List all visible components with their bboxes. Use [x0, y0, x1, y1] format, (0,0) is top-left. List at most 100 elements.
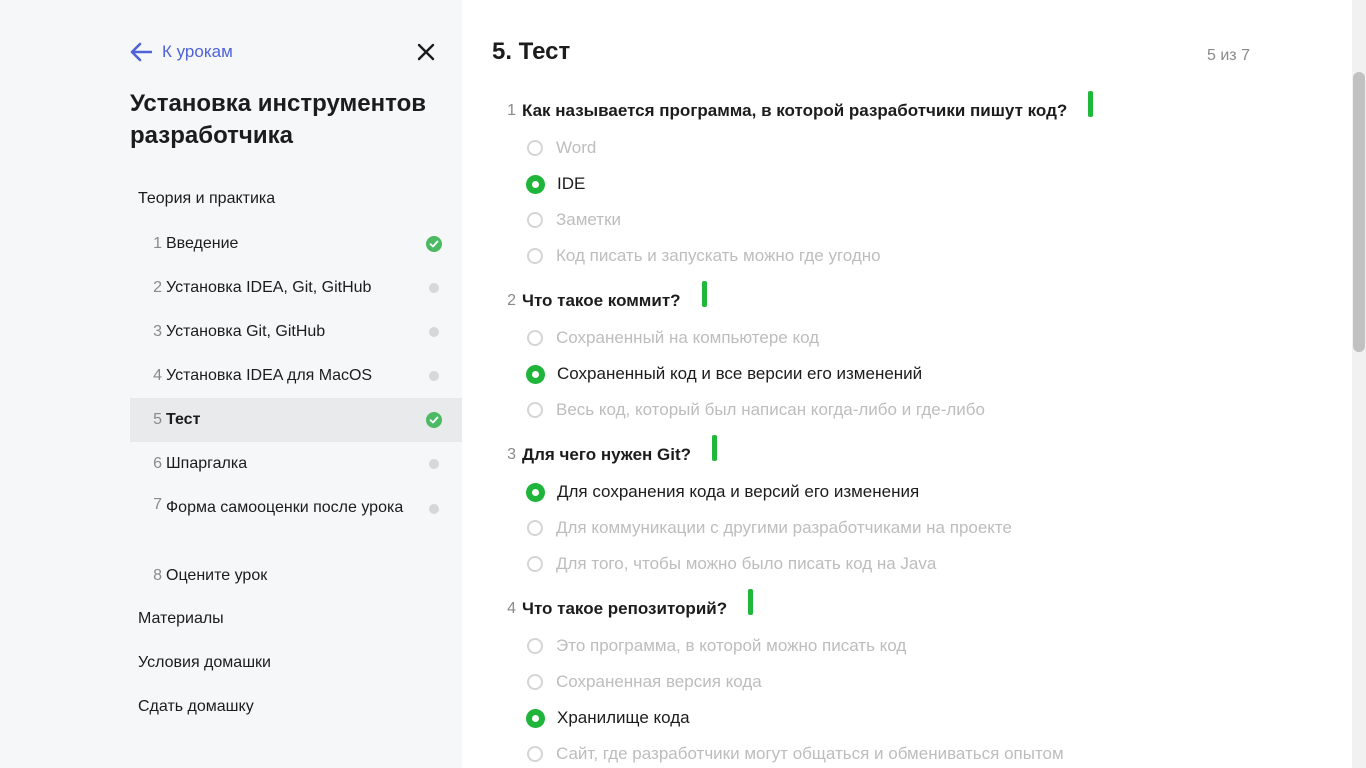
radio-button-checked[interactable]	[526, 482, 545, 502]
answer-option[interactable]: Для коммуникации с другими разработчикам…	[527, 516, 1012, 540]
radio-button-checked[interactable]	[526, 174, 545, 194]
answer-option[interactable]: Это программа, в которой можно писать ко…	[527, 634, 906, 658]
question-number: 4	[507, 600, 516, 617]
answer-option[interactable]: Сайт, где разработчики могут общаться и …	[527, 742, 1064, 766]
answered-marker-icon	[748, 589, 754, 615]
option-label: Сохраненный на компьютере код	[556, 328, 820, 347]
pending-dot-icon	[429, 283, 439, 293]
answer-option[interactable]: Для того, чтобы можно было писать код на…	[527, 552, 936, 576]
section-materials[interactable]: Материалы	[138, 610, 224, 628]
answer-option[interactable]: IDE	[526, 172, 586, 196]
lesson-number: 6	[153, 455, 162, 472]
page-title: 5. Тест	[492, 38, 571, 65]
answer-option[interactable]: Код писать и запускать можно где угодно	[527, 244, 881, 268]
answer-option[interactable]: Заметки	[527, 208, 621, 232]
option-label: Код писать и запускать можно где угодно	[556, 246, 881, 265]
option-label: Сайт, где разработчики могут общаться и …	[556, 744, 1064, 763]
lesson-number: 2	[153, 279, 162, 296]
lesson-number: 5	[153, 411, 162, 428]
answer-option[interactable]: Для сохранения кода и версий его изменен…	[526, 480, 920, 504]
arrow-left-icon	[130, 42, 152, 62]
lesson-status	[426, 324, 442, 340]
option-label: Хранилище кода	[557, 708, 690, 727]
option-label: Для того, чтобы можно было писать код на…	[556, 554, 937, 573]
question-text: Что такое коммит?	[522, 291, 681, 310]
lesson-label: Тест	[166, 411, 201, 428]
close-button[interactable]	[414, 40, 438, 64]
radio-button-checked[interactable]	[526, 364, 545, 384]
lesson-item[interactable]: 4 Установка IDEA для MacOS	[130, 354, 462, 398]
question-header: 2 Что такое коммит?	[506, 281, 707, 313]
check-circle-icon	[426, 236, 442, 252]
scrollbar-thumb[interactable]	[1353, 72, 1365, 352]
lesson-item[interactable]: 2 Установка IDEA, Git, GitHub	[130, 266, 462, 310]
question-header: 4 Что такое репозиторий?	[506, 589, 754, 621]
radio-button[interactable]	[527, 402, 543, 418]
lesson-number: 4	[153, 367, 162, 384]
lesson-item[interactable]: 1 Введение	[130, 222, 462, 266]
section-homework-conditions[interactable]: Условия домашки	[138, 654, 271, 672]
answered-marker-icon	[712, 435, 718, 461]
option-label: Для коммуникации с другими разработчикам…	[556, 518, 1012, 537]
radio-button[interactable]	[527, 140, 543, 156]
pending-dot-icon	[429, 459, 439, 469]
close-icon	[417, 43, 435, 61]
section-submit-homework[interactable]: Сдать домашку	[138, 698, 254, 716]
pending-dot-icon	[429, 327, 439, 337]
answer-option[interactable]: Сохраненный код и все версии его изменен…	[526, 362, 923, 386]
back-link-label: К урокам	[162, 42, 233, 61]
lesson-status	[426, 368, 442, 384]
lesson-status	[426, 280, 442, 296]
sidebar: К урокам Установка инструментов разработ…	[0, 0, 462, 768]
radio-button[interactable]	[527, 674, 543, 690]
lesson-label: Установка IDEA, Git, GitHub	[166, 279, 372, 296]
lesson-label: Введение	[166, 235, 239, 252]
answer-option[interactable]: Весь код, который был написан когда-либо…	[527, 398, 985, 422]
question-number: 2	[507, 292, 516, 309]
back-to-lessons-link[interactable]: К урокам	[130, 40, 233, 64]
option-label: Сохраненная версия кода	[556, 672, 762, 691]
lesson-item[interactable]: 6 Шпаргалка	[130, 442, 462, 486]
option-label: Для сохранения кода и версий его изменен…	[557, 482, 920, 501]
option-label: Сохраненный код и все версии его изменен…	[557, 364, 923, 383]
question-number: 1	[507, 102, 516, 119]
radio-button[interactable]	[527, 746, 543, 762]
radio-button[interactable]	[527, 556, 543, 572]
lesson-label: Установка Git, GitHub	[166, 323, 326, 340]
lesson-item[interactable]: 8 Оцените урок	[130, 554, 462, 598]
question-text: Как называется программа, в которой разр…	[522, 101, 1068, 120]
main-content: 5. Тест 5 из 7 1 Как называется программ…	[462, 0, 1352, 768]
answer-option[interactable]: Сохраненный на компьютере код	[527, 326, 819, 350]
radio-button[interactable]	[527, 330, 543, 346]
option-label: IDE	[557, 174, 586, 193]
option-label: Это программа, в которой можно писать ко…	[556, 636, 907, 655]
question-number: 3	[507, 446, 516, 463]
lesson-label: Установка IDEA для MacOS	[166, 367, 373, 384]
lesson-number: 8	[153, 567, 162, 584]
answered-marker-icon	[701, 281, 707, 307]
lesson-item-active[interactable]: 5 Тест	[130, 398, 462, 442]
option-label: Весь код, который был написан когда-либо…	[556, 400, 985, 419]
answer-option[interactable]: Хранилище кода	[526, 706, 690, 730]
lesson-label: Оцените урок	[166, 567, 268, 584]
radio-button-checked[interactable]	[526, 708, 545, 728]
radio-button[interactable]	[527, 248, 543, 264]
lesson-item[interactable]: 3 Установка Git, GitHub	[130, 310, 462, 354]
page-counter: 5 из 7	[1207, 47, 1250, 64]
radio-button[interactable]	[527, 520, 543, 536]
course-title: Установка инструментов разработчика	[130, 90, 426, 149]
lesson-number: 3	[153, 323, 162, 340]
section-theory-practice[interactable]: Теория и практика	[138, 190, 275, 208]
pending-dot-icon	[429, 371, 439, 381]
lesson-label: Форма самооценки после урока	[166, 499, 404, 516]
answer-option[interactable]: Сохраненная версия кода	[527, 670, 762, 694]
lesson-status	[426, 501, 442, 517]
radio-button[interactable]	[527, 638, 543, 654]
lesson-status	[426, 236, 442, 252]
answer-option[interactable]: Word	[527, 136, 596, 160]
lesson-label: Шпаргалка	[166, 455, 248, 472]
lesson-status	[426, 456, 442, 472]
question-header: 1 Как называется программа, в которой ра…	[506, 91, 1094, 123]
radio-button[interactable]	[527, 212, 543, 228]
pending-dot-icon	[429, 504, 439, 514]
